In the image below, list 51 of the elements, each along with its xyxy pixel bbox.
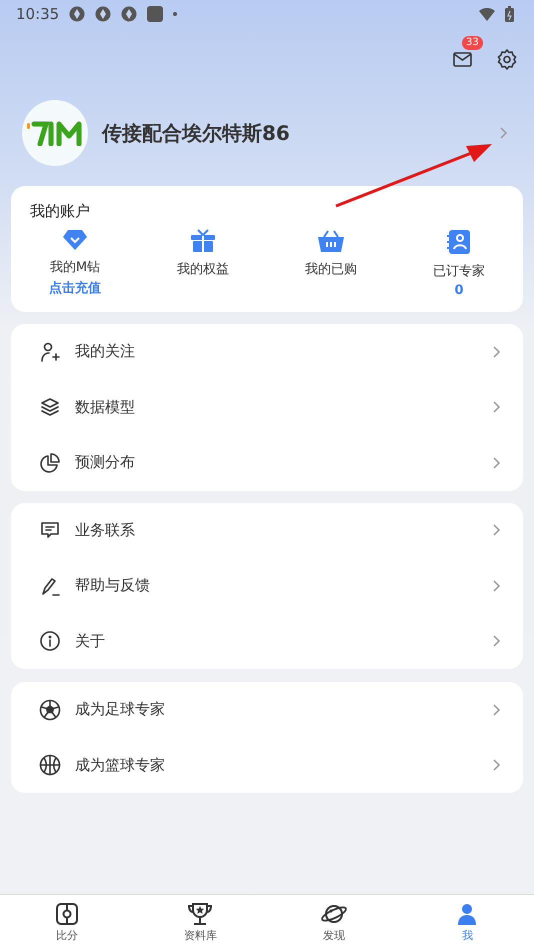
layers-icon xyxy=(39,396,61,418)
scoreboard-icon xyxy=(54,902,79,926)
basketball-icon xyxy=(39,754,61,776)
account-item[interactable]: 我的M钻 点击充值 xyxy=(11,229,139,298)
app-square-icon xyxy=(147,6,164,22)
add-user-icon xyxy=(39,340,61,363)
menu-row[interactable]: 我的关注 xyxy=(11,324,523,380)
dot-icon xyxy=(173,12,178,16)
account-item[interactable]: 我的权益 xyxy=(139,229,267,298)
aperture-icon xyxy=(95,6,112,22)
chevron-right-icon xyxy=(492,456,501,470)
status-time: 10:35 xyxy=(16,5,60,23)
planet-icon xyxy=(320,902,348,926)
chevron-right-icon xyxy=(492,634,501,648)
tab[interactable]: 比分 xyxy=(0,895,134,950)
wifi-icon xyxy=(479,8,495,20)
chevron-right-icon xyxy=(492,523,501,538)
account-title: 我的账户 xyxy=(29,201,91,221)
settings-icon[interactable] xyxy=(496,48,518,70)
account-item[interactable]: 已订专家 0 xyxy=(395,229,523,298)
unread-badge: 33 xyxy=(462,36,483,50)
menu-row[interactable]: 预测分布 xyxy=(11,435,523,490)
chevron-right-icon xyxy=(492,702,501,717)
chevron-right-icon xyxy=(492,758,501,772)
menu-row[interactable]: 数据模型 xyxy=(11,380,523,435)
basket-icon xyxy=(317,229,345,253)
chevron-right-icon xyxy=(492,400,501,414)
tab[interactable]: 资料库 xyxy=(134,895,267,950)
pie-chart-icon xyxy=(39,452,61,474)
account-item[interactable]: 我的已购 xyxy=(267,229,395,298)
diamond-icon xyxy=(62,229,88,251)
contact-book-icon xyxy=(447,229,471,255)
tab[interactable]: 我 xyxy=(400,895,534,950)
logo-drawing xyxy=(27,120,83,146)
soccer-ball-icon xyxy=(39,698,61,721)
trophy-icon xyxy=(186,902,214,926)
chevron-right-icon xyxy=(492,344,501,359)
menu-row[interactable]: 成为足球专家 xyxy=(11,682,523,738)
menu-row[interactable]: 帮助与反馈 xyxy=(11,558,523,614)
chevron-right-icon xyxy=(499,126,508,140)
aperture-icon xyxy=(121,6,138,22)
aperture-icon xyxy=(69,6,86,22)
tab[interactable]: 发现 xyxy=(267,895,400,950)
gift-icon xyxy=(190,229,216,253)
menu-row[interactable]: 成为篮球专家 xyxy=(11,738,523,793)
menu-row[interactable]: 业务联系 xyxy=(11,502,523,558)
battery-icon xyxy=(505,6,514,22)
chevron-right-icon xyxy=(492,578,501,593)
user-name[interactable]: 传接配合埃尔特斯86 xyxy=(102,120,485,146)
menu-row[interactable]: 关于 xyxy=(11,614,523,669)
info-icon xyxy=(39,630,61,652)
